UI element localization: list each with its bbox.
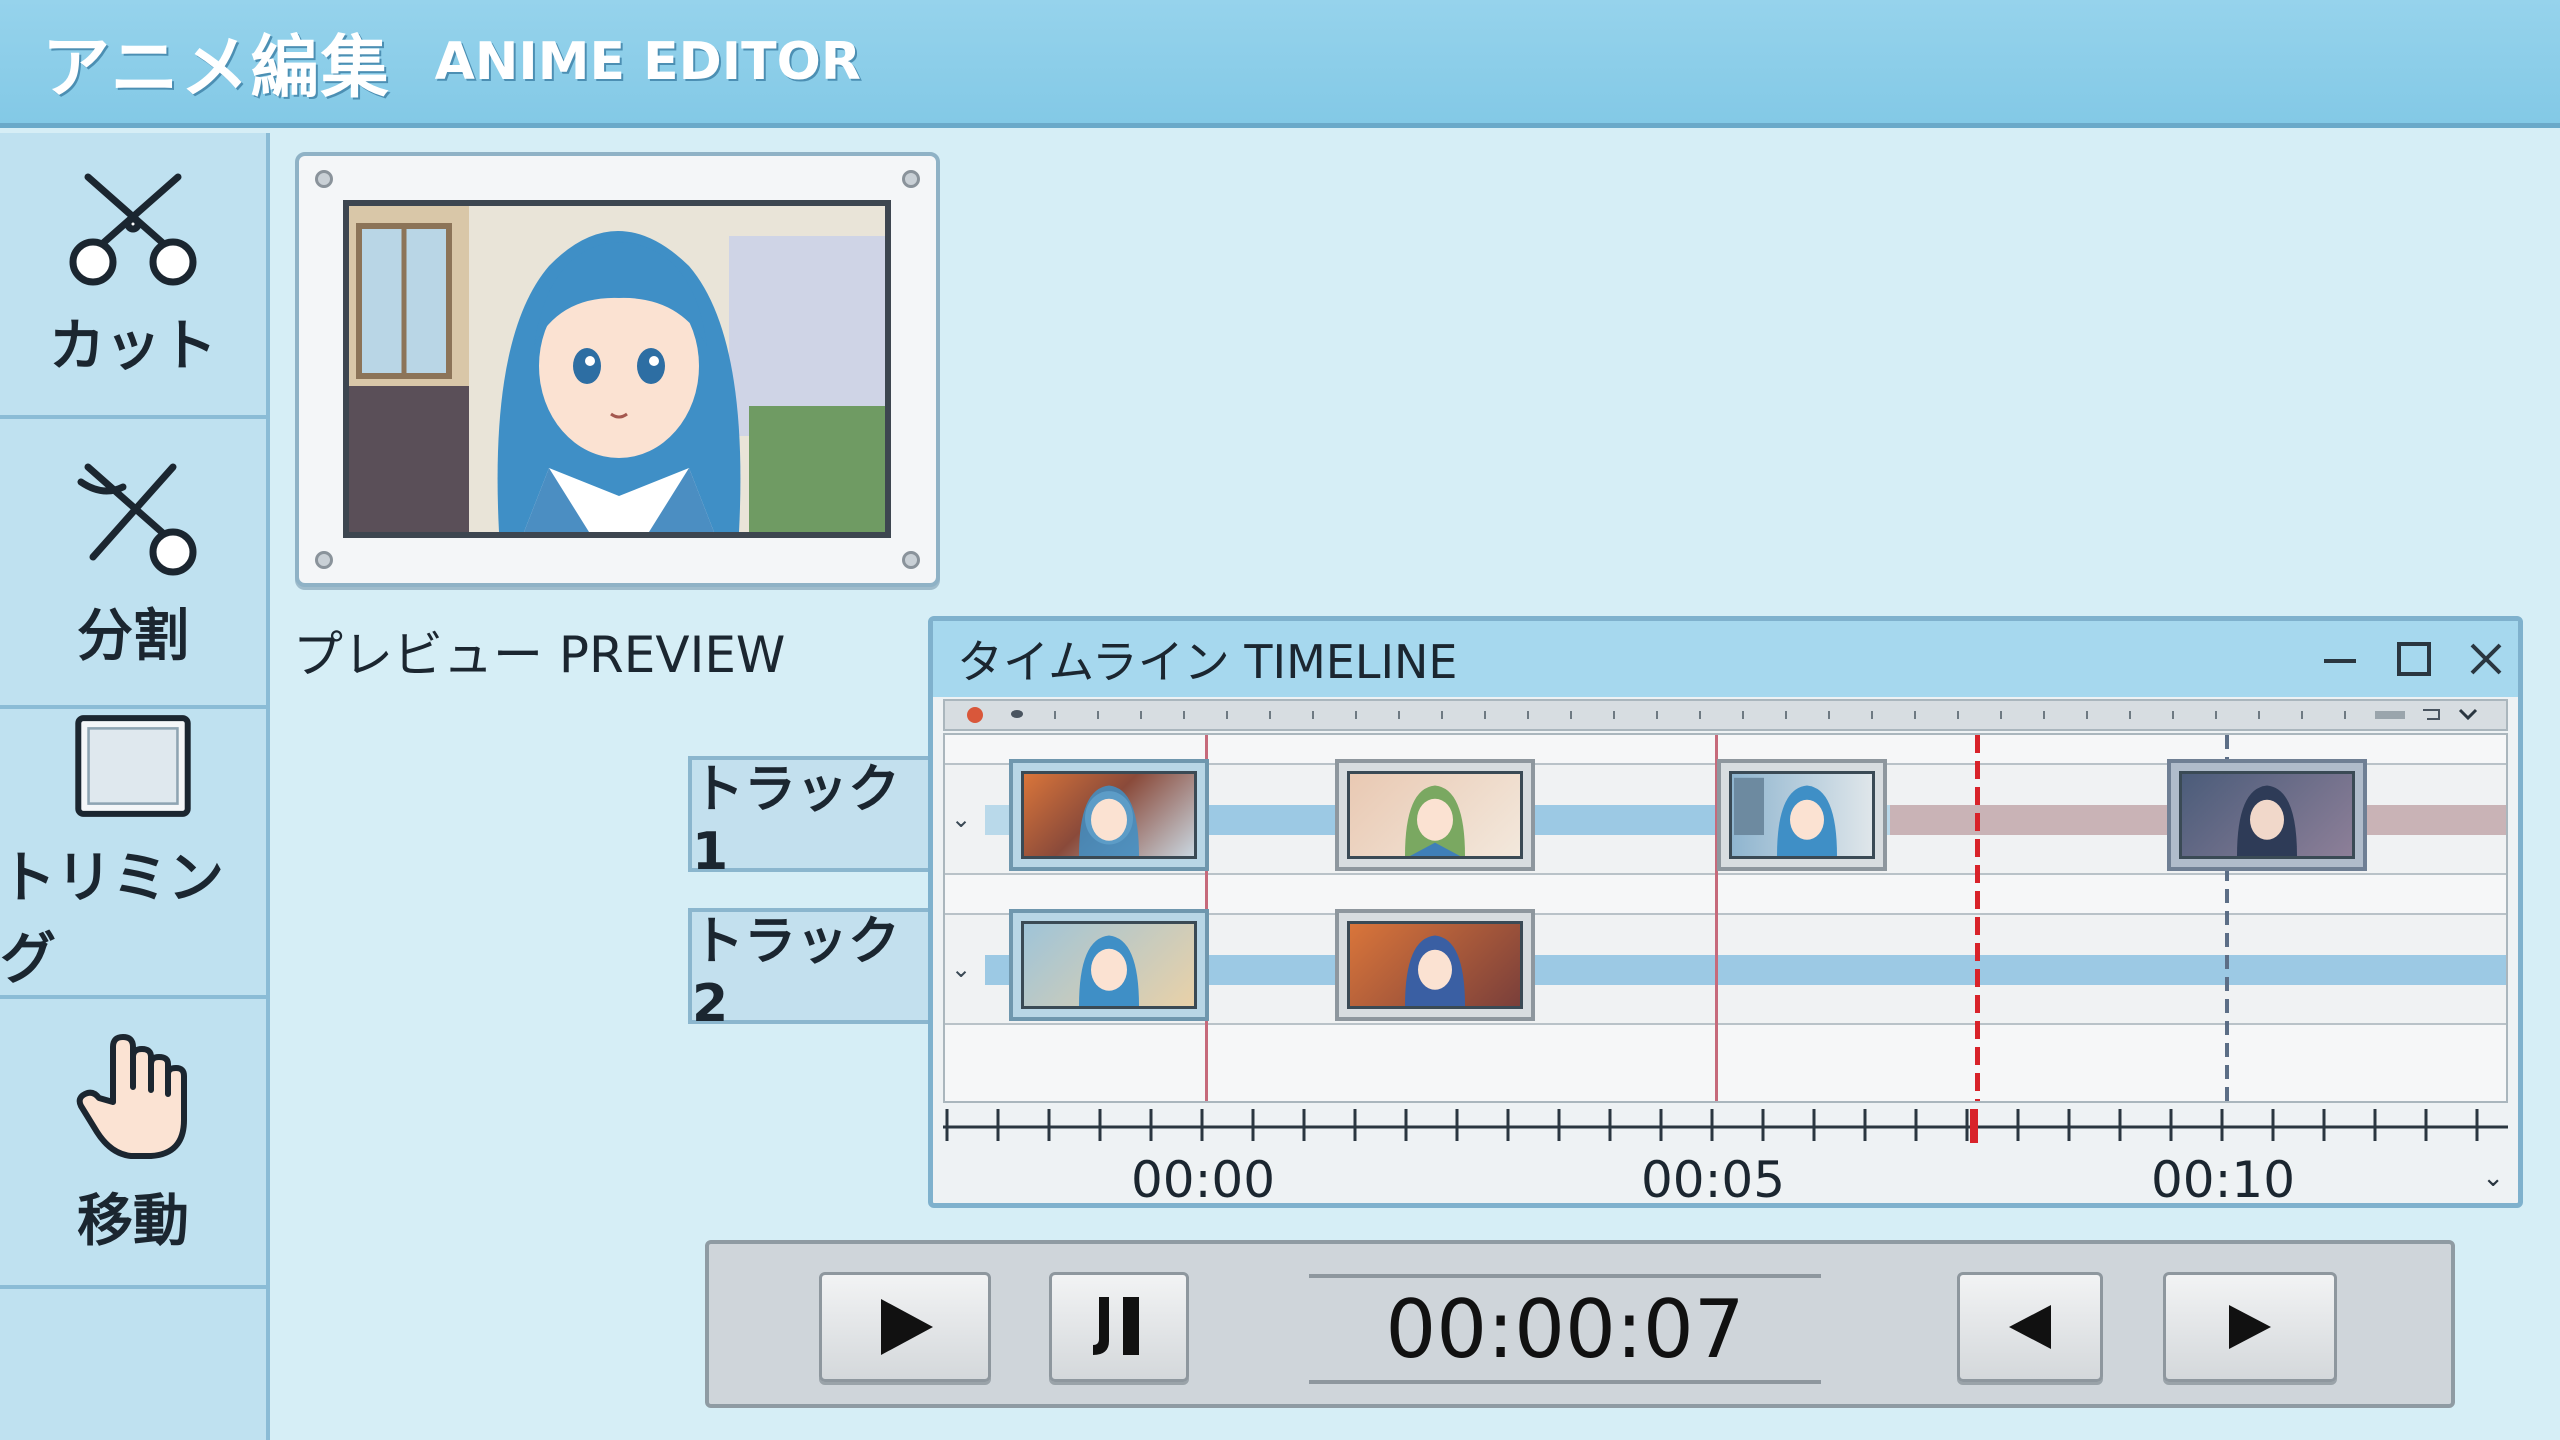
- play-button[interactable]: [819, 1272, 991, 1382]
- timecode-display: 00:00:07: [1309, 1274, 1821, 1384]
- pause-icon: [1093, 1297, 1139, 1355]
- maximize-button[interactable]: [2386, 633, 2442, 685]
- clip-thumbnail: [1347, 921, 1523, 1009]
- playhead-line[interactable]: [1975, 735, 1980, 1101]
- clip[interactable]: [1717, 759, 1887, 871]
- split-icon: [77, 463, 197, 575]
- preview-video[interactable]: [343, 200, 891, 538]
- step-forward-button[interactable]: [2163, 1272, 2337, 1382]
- track-1-label: トラック1: [692, 759, 901, 882]
- track-2-header[interactable]: トラック2: [688, 908, 928, 1034]
- preview-panel: [295, 152, 940, 587]
- ruler-ticks: [943, 1109, 2508, 1143]
- tool-trim-button[interactable]: トリミング: [0, 713, 266, 999]
- tool-cut-button[interactable]: カット: [0, 133, 266, 419]
- track-band: [985, 955, 2506, 985]
- play-icon: [881, 1299, 933, 1355]
- maximize-icon: [2397, 642, 2431, 676]
- clip-thumbnail: [1021, 921, 1197, 1009]
- minimize-icon: [2324, 659, 2356, 663]
- preview-frame-image: [349, 206, 885, 532]
- tool-split-label: 分割: [77, 603, 189, 669]
- tool-sidebar: カット 分割 トリミング 移動: [0, 133, 270, 1440]
- clip-thumbnail: [1729, 771, 1875, 859]
- preview-label: プレビュー PREVIEW: [293, 626, 786, 684]
- timeline-header: タイムライン TIMELINE: [933, 621, 2518, 697]
- scissors-icon: [69, 173, 197, 285]
- chevron-down-icon[interactable]: ⌄: [951, 955, 971, 983]
- clip[interactable]: [1335, 759, 1535, 871]
- screw-icon: [902, 170, 920, 188]
- step-forward-icon: [2229, 1305, 2271, 1349]
- screw-icon: [902, 551, 920, 569]
- screw-icon: [315, 170, 333, 188]
- minimize-button[interactable]: [2312, 633, 2368, 685]
- clip[interactable]: [1335, 909, 1535, 1021]
- tool-move-label: 移動: [77, 1188, 189, 1254]
- tool-trim-label: トリミング: [0, 846, 224, 992]
- timeline-window: タイムライン TIMELINE ⌄ ⌄ 00:00 00:05 00:10 ⌄: [928, 616, 2523, 1209]
- timeline-scrub-bar[interactable]: [943, 699, 2508, 731]
- clip[interactable]: [2167, 759, 2367, 871]
- title-bar: アニメ編集 ANIME EDITOR: [0, 0, 2560, 128]
- close-button[interactable]: [2458, 633, 2514, 685]
- time-label: 00:00: [1130, 1151, 1276, 1209]
- clip-thumbnail: [2179, 771, 2355, 859]
- time-ruler[interactable]: 00:00 00:05 00:10 ⌄: [943, 1105, 2508, 1209]
- tracks-area[interactable]: ⌄ ⌄: [943, 733, 2508, 1103]
- scrub-ticks: [967, 707, 2478, 723]
- clip-thumbnail: [1021, 771, 1197, 859]
- time-label: 00:10: [2150, 1151, 2296, 1209]
- hand-icon: [76, 1033, 187, 1159]
- timecode: 00:00:07: [1385, 1282, 1745, 1376]
- app-title: アニメ編集: [42, 29, 391, 108]
- step-back-button[interactable]: [1957, 1272, 2103, 1382]
- chevron-down-icon[interactable]: ⌄: [951, 805, 971, 833]
- transport-bar: 00:00:07: [705, 1240, 2455, 1408]
- track-2-label: トラック2: [692, 911, 901, 1034]
- step-back-icon: [2009, 1305, 2051, 1349]
- timeline-title: タイムライン TIMELINE: [957, 635, 1458, 689]
- tool-move-button[interactable]: 移動: [0, 1003, 266, 1289]
- pause-button[interactable]: [1049, 1272, 1189, 1382]
- screw-icon: [315, 551, 333, 569]
- close-icon: [2470, 643, 2502, 675]
- clip[interactable]: [1009, 909, 1209, 1021]
- app-subtitle: ANIME EDITOR: [434, 31, 861, 92]
- chevron-down-icon[interactable]: ⌄: [2482, 1163, 2504, 1193]
- trim-frame-icon: [75, 715, 191, 817]
- clip[interactable]: [1009, 759, 1209, 871]
- tool-cut-label: カット: [49, 313, 217, 379]
- track-1-header[interactable]: トラック1: [688, 756, 928, 882]
- tool-split-button[interactable]: 分割: [0, 423, 266, 709]
- clip-thumbnail: [1347, 771, 1523, 859]
- time-label: 00:05: [1640, 1151, 1786, 1209]
